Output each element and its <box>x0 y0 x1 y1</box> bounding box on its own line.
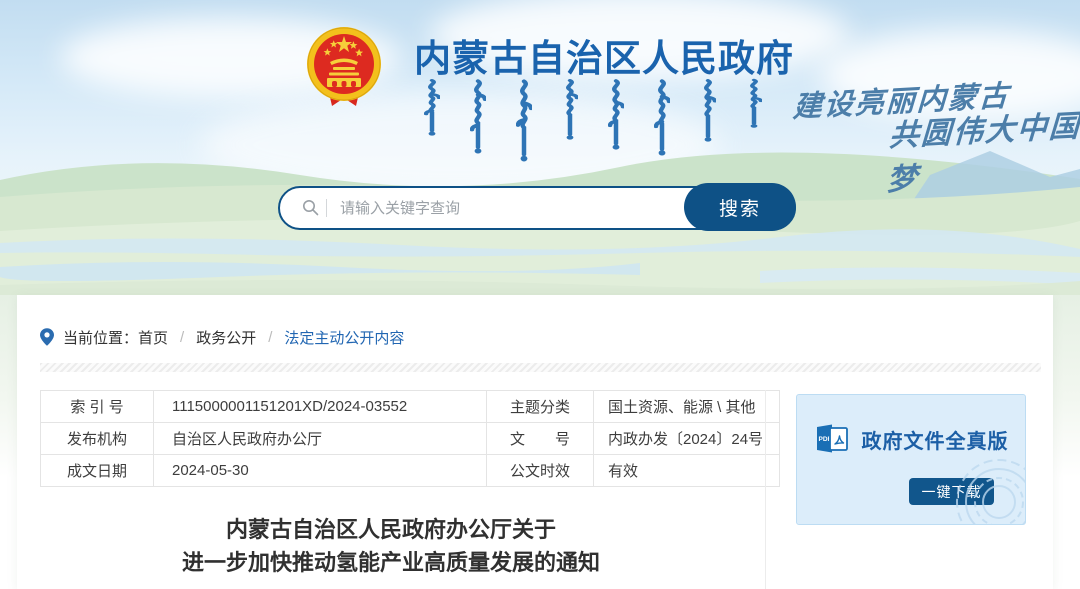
meta-label-validity: 公文时效 <box>487 455 594 487</box>
meta-label-issuer: 发布机构 <box>41 423 154 455</box>
breadcrumb: 当前位置： 首页 / 政务公开 / 法定主动公开内容 <box>40 327 404 348</box>
breadcrumb-item-home[interactable]: 首页 <box>138 327 168 348</box>
breadcrumb-item-govinfo[interactable]: 政务公开 <box>196 327 256 348</box>
mongolian-glyph-icon <box>608 78 624 150</box>
mongolian-glyph-icon <box>516 78 532 162</box>
search-divider <box>326 199 327 217</box>
meta-label-date: 成文日期 <box>41 455 154 487</box>
breadcrumb-item-current[interactable]: 法定主动公开内容 <box>284 327 404 348</box>
document-title-line1: 内蒙古自治区人民政府办公厅关于 <box>40 513 742 546</box>
document-meta-table: 索 引 号 1115000001151201XD/2024-03552 主题分类… <box>40 390 780 487</box>
column-divider <box>765 390 766 589</box>
ornament-pattern-icon <box>951 454 1026 525</box>
mongolian-glyph-icon <box>654 78 670 156</box>
breadcrumb-label: 当前位置： <box>63 327 138 348</box>
mongolian-glyph-icon <box>700 78 716 142</box>
card-title: 政府文件全真版 <box>862 425 1009 454</box>
national-emblem-icon <box>304 24 384 112</box>
breadcrumb-separator: / <box>268 329 272 346</box>
mongolian-glyph-icon <box>562 78 578 140</box>
card-header: PDF 政府文件全真版 <box>797 423 1025 455</box>
meta-label-category: 主题分类 <box>487 391 594 423</box>
table-row: 成文日期 2024-05-30 公文时效 有效 <box>41 455 780 487</box>
meta-value-date: 2024-05-30 <box>154 455 487 487</box>
pdf-file-icon: PDF <box>814 423 852 455</box>
meta-value-issuer: 自治区人民政府办公厅 <box>154 423 487 455</box>
search-input[interactable] <box>338 193 672 223</box>
pdf-fulltext-card[interactable]: PDF 政府文件全真版 一键下载 <box>796 394 1026 525</box>
meta-value-validity: 有效 <box>594 455 780 487</box>
meta-label-docnum: 文 号 <box>487 423 594 455</box>
search-bar: 搜索 <box>278 186 796 230</box>
mongolian-glyph-icon <box>746 78 762 128</box>
table-row: 索 引 号 1115000001151201XD/2024-03552 主题分类… <box>41 391 780 423</box>
meta-label-index: 索 引 号 <box>41 391 154 423</box>
document-title: 内蒙古自治区人民政府办公厅关于 进一步加快推动氢能产业高质量发展的通知 <box>40 513 742 579</box>
table-row: 发布机构 自治区人民政府办公厅 文 号 内政办发〔2024〕24号 <box>41 423 780 455</box>
mongolian-glyph-icon <box>424 78 440 136</box>
location-pin-icon <box>40 328 54 346</box>
meta-value-index: 1115000001151201XD/2024-03552 <box>154 391 487 423</box>
search-button[interactable]: 搜索 <box>684 183 796 231</box>
search-icon <box>302 199 319 216</box>
slogan-line2: 共圆伟大中国梦 <box>886 101 1080 199</box>
breadcrumb-separator: / <box>180 329 184 346</box>
hatched-divider <box>40 363 1041 372</box>
mongolian-script <box>422 78 782 168</box>
meta-value-category: 国土资源、能源 \ 其他 <box>594 391 780 423</box>
document-title-line2: 进一步加快推动氢能产业高质量发展的通知 <box>40 546 742 579</box>
meta-value-docnum: 内政办发〔2024〕24号 <box>594 423 780 455</box>
mongolian-glyph-icon <box>470 78 486 154</box>
content-panel: 当前位置： 首页 / 政务公开 / 法定主动公开内容 索 引 号 1115000… <box>17 295 1053 589</box>
site-title[interactable]: 内蒙古自治区人民政府 <box>414 28 794 82</box>
